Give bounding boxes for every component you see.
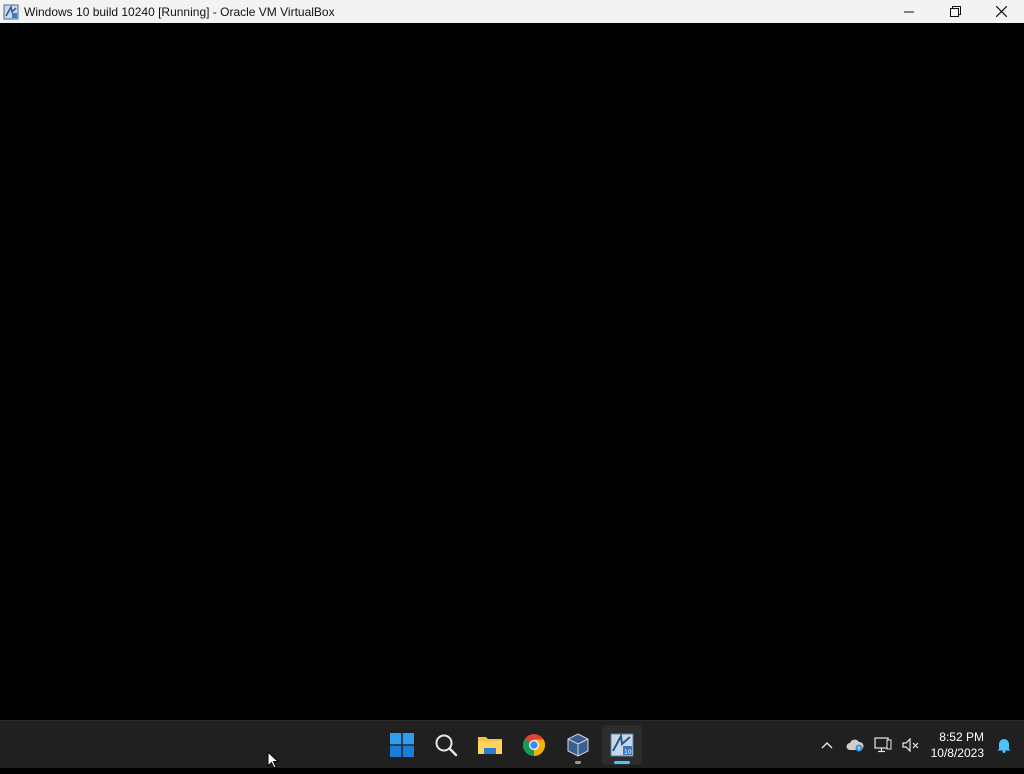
vm-display[interactable] (0, 23, 1024, 720)
network-tray-button[interactable] (869, 725, 897, 765)
virtualbox-manager-button[interactable] (558, 725, 598, 765)
start-button[interactable] (382, 725, 422, 765)
close-button[interactable] (978, 0, 1024, 23)
clock[interactable]: 8:52 PM 10/8/2023 (931, 729, 984, 761)
restore-button[interactable] (932, 0, 978, 23)
taskbar: 10 8:52 PM 10/8/2023 (0, 720, 1024, 768)
virtualbox-vm-button[interactable]: 10 (602, 725, 642, 765)
restore-icon (949, 6, 961, 17)
folder-icon (478, 737, 502, 754)
chevron-up-icon (821, 742, 833, 749)
show-hidden-icons-button[interactable] (813, 725, 841, 765)
volume-tray-button[interactable] (897, 725, 925, 765)
system-tray: 8:52 PM 10/8/2023 (813, 721, 1024, 769)
mouse-cursor-icon (267, 750, 280, 774)
taskbar-apps: 10 (380, 721, 644, 769)
window-title: Windows 10 build 10240 [Running] - Oracl… (24, 4, 335, 19)
vm-window-icon: 10 (610, 733, 634, 757)
chrome-button[interactable] (514, 725, 554, 765)
search-icon (435, 734, 458, 757)
close-icon (995, 6, 1007, 17)
volume-muted-icon (902, 738, 919, 752)
network-icon (874, 737, 892, 753)
search-button[interactable] (426, 725, 466, 765)
virtualbox-app-icon[interactable] (3, 4, 19, 20)
notifications-button[interactable] (990, 725, 1018, 765)
active-indicator (614, 761, 630, 764)
chrome-icon (523, 734, 545, 756)
clock-date: 10/8/2023 (930, 746, 984, 760)
virtualbox-icon (567, 733, 589, 757)
bell-icon (997, 739, 1011, 753)
minimize-button[interactable] (886, 0, 932, 23)
svg-text:10: 10 (624, 749, 632, 756)
onedrive-tray-button[interactable] (841, 725, 869, 765)
window-titlebar[interactable]: Windows 10 build 10240 [Running] - Oracl… (0, 0, 1024, 23)
minimize-icon (904, 11, 914, 12)
clock-time: 8:52 PM (939, 730, 984, 744)
windows-logo-icon (390, 733, 414, 757)
file-explorer-button[interactable] (470, 725, 510, 765)
cloud-icon (846, 739, 864, 752)
running-indicator (575, 761, 581, 764)
window-controls (886, 0, 1024, 23)
